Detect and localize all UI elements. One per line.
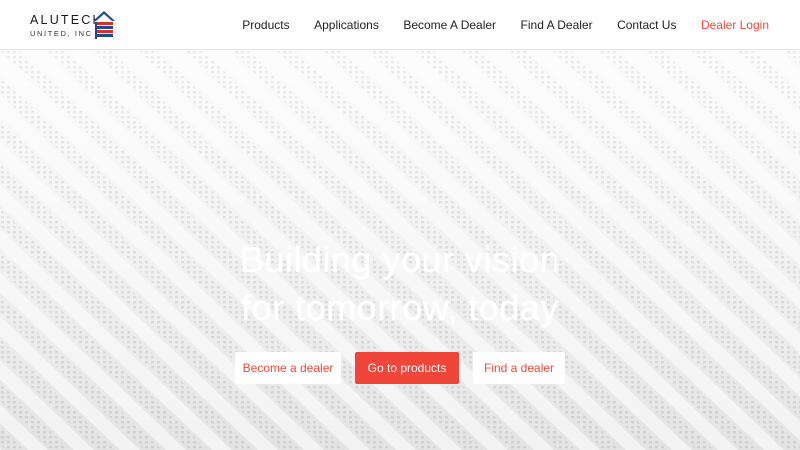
nav-applications[interactable]: Applications (314, 18, 379, 32)
nav-become-dealer[interactable]: Become A Dealer (403, 18, 496, 32)
hero-title-line-1: Building your vision (239, 239, 561, 280)
nav-dealer-login[interactable]: Dealer Login (701, 18, 769, 32)
go-to-products-button[interactable]: Go to products (355, 352, 459, 384)
house-logo-icon (93, 11, 115, 39)
main-nav: Products Applications Become A Dealer Fi… (218, 0, 769, 50)
hero-title-line-2: for tomorrow, today (241, 287, 559, 328)
hero-title: Building your vision for tomorrow, today (0, 236, 800, 332)
nav-contact-us[interactable]: Contact Us (617, 18, 676, 32)
nav-find-dealer[interactable]: Find A Dealer (521, 18, 593, 32)
become-dealer-button[interactable]: Become a dealer (235, 352, 341, 384)
hero-buttons: Become a dealer Go to products Find a de… (0, 352, 800, 384)
find-dealer-button[interactable]: Find a dealer (473, 352, 565, 384)
hero-banner: Building your vision for tomorrow, today… (0, 50, 800, 450)
site-header: ALUTECH UNITED, INC Products Application… (0, 0, 800, 50)
nav-products[interactable]: Products (242, 18, 289, 32)
brand-logo[interactable]: ALUTECH UNITED, INC (30, 11, 116, 41)
